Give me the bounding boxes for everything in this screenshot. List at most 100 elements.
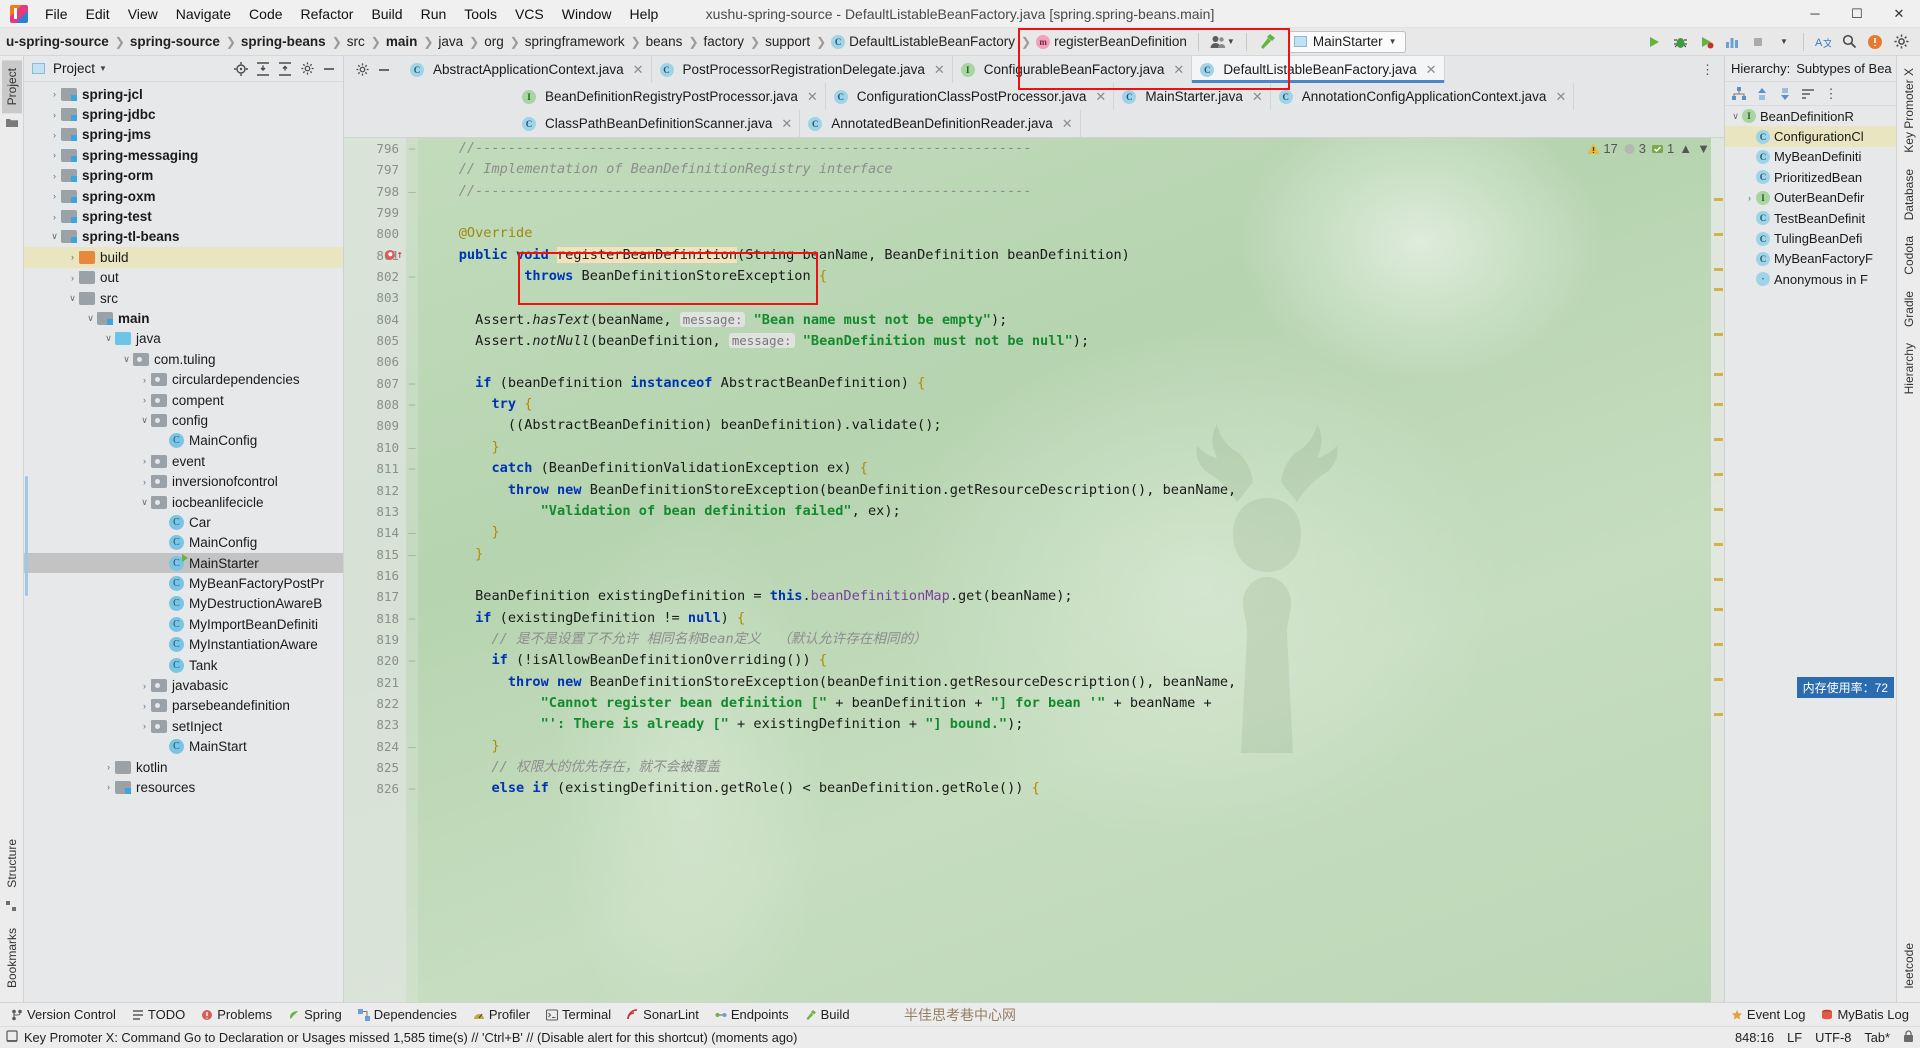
fold-marker[interactable] [406,672,418,693]
line-number[interactable]: 797 [344,159,405,180]
line-number[interactable]: 810 [344,437,405,458]
close-button[interactable]: ✕ [1878,0,1920,28]
sidebar-item-project[interactable]: Project [1,60,22,114]
tree-item-main[interactable]: ∨ main [24,308,343,328]
debug-icon[interactable] [1668,31,1692,53]
tree-item-spring-tl-beans[interactable]: ∨ spring-tl-beans [24,227,343,247]
close-icon[interactable]: ✕ [807,89,818,105]
line-number[interactable]: 800 [344,223,405,244]
warning-count[interactable]: 17 [1587,141,1618,156]
close-icon[interactable]: ✕ [1095,89,1106,105]
line-number[interactable]: 826 [344,778,405,799]
tree-item-kotlin[interactable]: › kotlin [24,757,343,777]
line-number[interactable]: 811 [344,458,405,479]
code-line[interactable]: // 是不是设置了不允许 相同名称Bean定义 （默认允许存在相同的） [426,629,1711,650]
breadcrumb-item-12[interactable]: m registerBeanDefinition [1032,28,1192,55]
menu-tools[interactable]: Tools [455,2,506,26]
code-line[interactable]: if (beanDefinition instanceof AbstractBe… [426,373,1711,394]
hierarchy-item-anonymous-in-f[interactable]: · Anonymous in F [1725,269,1896,289]
sidebar-item-bookmarks[interactable]: Bookmarks [2,920,22,996]
close-icon[interactable]: ✕ [633,62,644,78]
editor-tab-row-actions[interactable] [344,56,402,83]
tree-item-mainstarter[interactable]: C MainStarter [24,552,343,574]
editor-tab-mainstarter[interactable]: C MainStarter.java ✕ [1114,83,1271,110]
code-line[interactable]: throws BeanDefinitionStoreException { [426,266,1711,287]
breadcrumb-item-8[interactable]: beans [642,28,688,55]
chevron-right-icon[interactable]: › [102,782,115,792]
tree-item-javabasic[interactable]: › javabasic [24,675,343,695]
code-line[interactable]: // Implementation of BeanDefinitionRegis… [426,159,1711,180]
code-content[interactable]: //--------------------------------------… [418,138,1711,1002]
tree-item-resources[interactable]: › resources [24,777,343,797]
chevron-right-icon[interactable]: › [48,171,61,181]
profile-icon[interactable] [1720,31,1744,53]
sidebar-item-codota[interactable]: Codota [1899,228,1919,283]
fold-marker[interactable]: — [406,522,418,543]
line-number[interactable]: 796 [344,138,405,159]
fold-marker[interactable] [406,223,418,244]
class-hierarchy-icon[interactable] [1729,84,1749,104]
fold-marker[interactable]: — [406,736,418,757]
hierarchy-item-mybeanfactoryf[interactable]: C MyBeanFactoryF [1725,249,1896,269]
fold-marker[interactable]: − [406,608,418,629]
sidebar-item-hierarchy[interactable]: Hierarchy [1899,335,1919,402]
hide-panel-icon[interactable] [319,59,339,79]
breadcrumb[interactable]: u-spring-source ❯ spring-source ❯ spring… [2,28,1192,55]
menu-navigate[interactable]: Navigate [167,2,240,26]
toolwindow-terminal[interactable]: Terminal [539,1005,618,1024]
breadcrumb-item-5[interactable]: java [434,28,468,55]
menu-view[interactable]: View [119,2,167,26]
hierarchy-item-beandefinitionr[interactable]: ∨ I BeanDefinitionR [1725,106,1896,126]
line-number[interactable]: 813 [344,501,405,522]
code-line[interactable]: "Validation of bean definition failed", … [426,501,1711,522]
sidebar-item-structure[interactable]: Structure [2,831,22,896]
indent-setting[interactable]: Tab* [1864,1030,1890,1045]
chevron-right-icon[interactable]: › [48,191,61,201]
fold-marker[interactable] [406,287,418,308]
tree-item-src[interactable]: ∨ src [24,288,343,308]
close-icon[interactable]: ✕ [1173,62,1184,78]
code-line[interactable]: Assert.notNull(beanDefinition, message: … [426,330,1711,351]
chevron-right-icon[interactable]: › [66,252,79,262]
line-number[interactable]: 824 [344,736,405,757]
editor-tab-annotationconfigapplicationcontext[interactable]: C AnnotationConfigApplicationContext.java… [1270,83,1575,110]
chevron-right-icon[interactable]: › [138,375,151,385]
status-bar-right[interactable]: 848:16 LF UTF-8 Tab* [1735,1029,1914,1046]
tree-item-car[interactable]: C Car [24,512,343,532]
breadcrumb-item-0[interactable]: u-spring-source [2,28,114,55]
hierarchy-item-prioritizedbean[interactable]: C PrioritizedBean [1725,167,1896,187]
file-encoding[interactable]: UTF-8 [1815,1030,1851,1045]
line-number[interactable]: 808 [344,394,405,415]
fold-marker[interactable]: — [406,181,418,202]
chevron-down-icon[interactable]: ∨ [66,293,79,304]
code-line[interactable]: //--------------------------------------… [426,181,1711,202]
fold-marker[interactable] [406,693,418,714]
chevron-right-icon[interactable]: › [48,89,61,99]
fold-marker[interactable] [406,629,418,650]
left-tool-strip-bottom[interactable]: Structure Bookmarks [2,831,22,1002]
line-number[interactable]: 804 [344,309,405,330]
tree-item-circulardependencies[interactable]: › circulardependencies [24,369,343,389]
code-line[interactable]: public void registerBeanDefinition(Strin… [426,245,1711,266]
analysis-marker[interactable] [1714,288,1723,291]
tree-item-spring-jms[interactable]: › spring-jms [24,125,343,145]
fold-marker[interactable]: − [406,458,418,479]
editor-tab-classpathbeandefinitionscanner[interactable]: C ClassPathBeanDefinitionScanner.java ✕ [514,110,801,137]
tree-item-com-tuling[interactable]: ∨ com.tuling [24,349,343,369]
project-tree[interactable]: › spring-jcl › spring-jdbc › spring-jms › sprin… [24,82,343,1002]
line-number[interactable]: 825 [344,757,405,778]
analysis-marker[interactable] [1714,333,1723,336]
breadcrumb-item-11[interactable]: C DefaultListableBeanFactory [827,28,1020,55]
sidebar-item-key-promoter-x[interactable]: Key Promoter X [1899,60,1919,161]
right-tool-strip-bottom[interactable]: leetcode [1899,935,1919,1002]
code-line[interactable]: Assert.hasText(beanName, message: "Bean … [426,309,1711,330]
editor-gutter[interactable]: 796797798799800801●↑80280380480580680780… [344,138,406,1002]
fold-marker[interactable] [406,565,418,586]
window-controls[interactable]: ─ ☐ ✕ [1794,0,1920,28]
hierarchy-tree[interactable]: ∨ I BeanDefinitionR C ConfigurationCl C MyBean… [1725,106,1896,290]
tree-item-spring-messaging[interactable]: › spring-messaging [24,145,343,165]
code-line[interactable]: } [426,522,1711,543]
code-editor[interactable]: 796797798799800801●↑80280380480580680780… [344,138,1724,1002]
line-number[interactable]: 798 [344,181,405,202]
expand-all-icon[interactable] [253,59,273,79]
